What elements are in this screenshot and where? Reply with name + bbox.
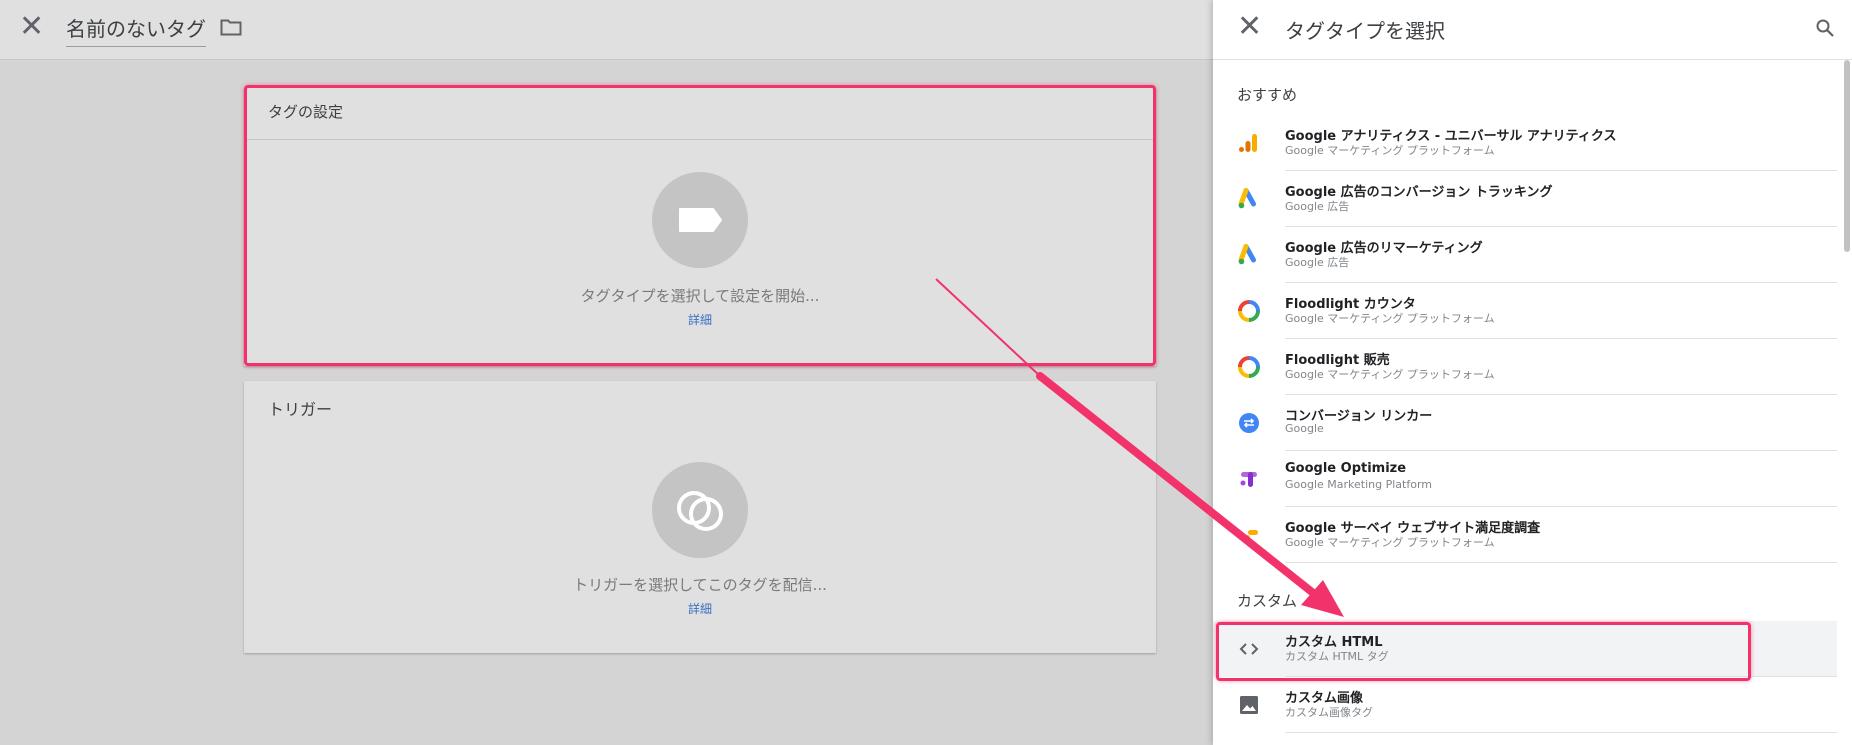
trigger-header: トリガー [268,400,333,419]
tag-name-field[interactable]: 名前のないタグ [66,13,206,47]
close-icon[interactable]: ✕ [19,12,44,42]
panel-title: タグタイプを選択 [1285,19,1445,43]
panel-header: ✕ タグタイプを選択 [1213,0,1852,60]
trigger-message: トリガーを選択してこのタグを配信... [573,576,827,594]
item-subtitle: カスタム画像タグ [1285,706,1373,719]
list-item[interactable]: Google サーベイ ウェブサイト満足度調査 Google マーケティング プ… [1213,507,1837,563]
trigger-icon [677,491,723,531]
list-item[interactable]: Google アナリティクス - ユニバーサル アナリティクス Google マ… [1213,115,1837,171]
conversion-linker-icon [1239,413,1259,433]
tag-type-panel: ✕ タグタイプを選択 おすすめ Google アナリティクス - ユニバーサル … [1213,0,1852,745]
list-item[interactable]: Floodlight 販売 Google マーケティング プラットフォーム [1213,339,1837,395]
google-surveys-icon [1240,530,1258,540]
tag-config-header: タグの設定 [268,103,344,121]
divider [1285,562,1837,563]
tag-editor: ✕ 名前のないタグ タグの設定 タグタイプを選択して設定を開始... 詳細 トリ… [0,0,1213,745]
trigger-placeholder-circle[interactable] [652,462,748,558]
tag-placeholder-circle[interactable] [652,172,748,268]
trigger-learn-more-link[interactable]: 詳細 [244,600,1156,617]
code-icon [1239,643,1259,655]
floodlight-icon [1238,356,1260,378]
list-item[interactable]: コンバージョン リンカー Google [1213,395,1837,451]
tag-config-card[interactable]: タグの設定 タグタイプを選択して設定を開始... 詳細 [244,88,1156,366]
item-subtitle: Google [1285,422,1324,435]
item-subtitle: Google 広告 [1285,256,1350,269]
item-subtitle: Google マーケティング プラットフォーム [1285,144,1495,157]
tag-config-message: タグタイプを選択して設定を開始... [580,287,820,305]
item-subtitle: Google Marketing Platform [1285,478,1432,491]
item-name: Google Optimize [1285,461,1407,476]
item-subtitle: カスタム HTML タグ [1285,650,1389,663]
floodlight-icon [1238,300,1260,322]
scrollbar[interactable] [1844,60,1850,252]
divider [1285,732,1837,733]
item-subtitle: Google 広告 [1285,200,1350,213]
list-item[interactable]: Google Optimize Google Marketing Platfor… [1213,451,1837,507]
item-subtitle: Google マーケティング プラットフォーム [1285,536,1495,549]
folder-icon[interactable] [220,18,242,36]
list-item[interactable]: カスタム HTML カスタム HTML タグ [1213,621,1837,677]
tag-config-learn-more-link[interactable]: 詳細 [244,311,1156,328]
image-icon [1240,696,1258,714]
list-item[interactable]: Google 広告のコンバージョン トラッキング Google 広告 [1213,171,1837,227]
list-item[interactable]: カスタム画像 カスタム画像タグ [1213,677,1837,733]
google-ads-icon [1238,244,1256,265]
google-analytics-icon [1239,134,1257,152]
close-icon[interactable]: ✕ [1237,12,1262,42]
editor-toolbar: ✕ 名前のないタグ [0,0,1213,60]
trigger-card[interactable]: トリガー トリガーを選択してこのタグを配信... 詳細 [244,381,1156,653]
section-custom: カスタム [1237,592,1298,610]
google-optimize-icon [1240,472,1257,487]
tag-icon [679,208,722,232]
list-item[interactable]: Floodlight カウンタ Google マーケティング プラットフォーム [1213,283,1837,339]
item-subtitle: Google マーケティング プラットフォーム [1285,312,1495,325]
list-item[interactable]: Google 広告のリマーケティング Google 広告 [1213,227,1837,283]
google-ads-icon [1238,188,1256,209]
divider [244,139,1156,140]
item-subtitle: Google マーケティング プラットフォーム [1285,368,1495,381]
search-icon[interactable] [1815,18,1835,38]
section-recommended: おすすめ [1237,86,1298,104]
